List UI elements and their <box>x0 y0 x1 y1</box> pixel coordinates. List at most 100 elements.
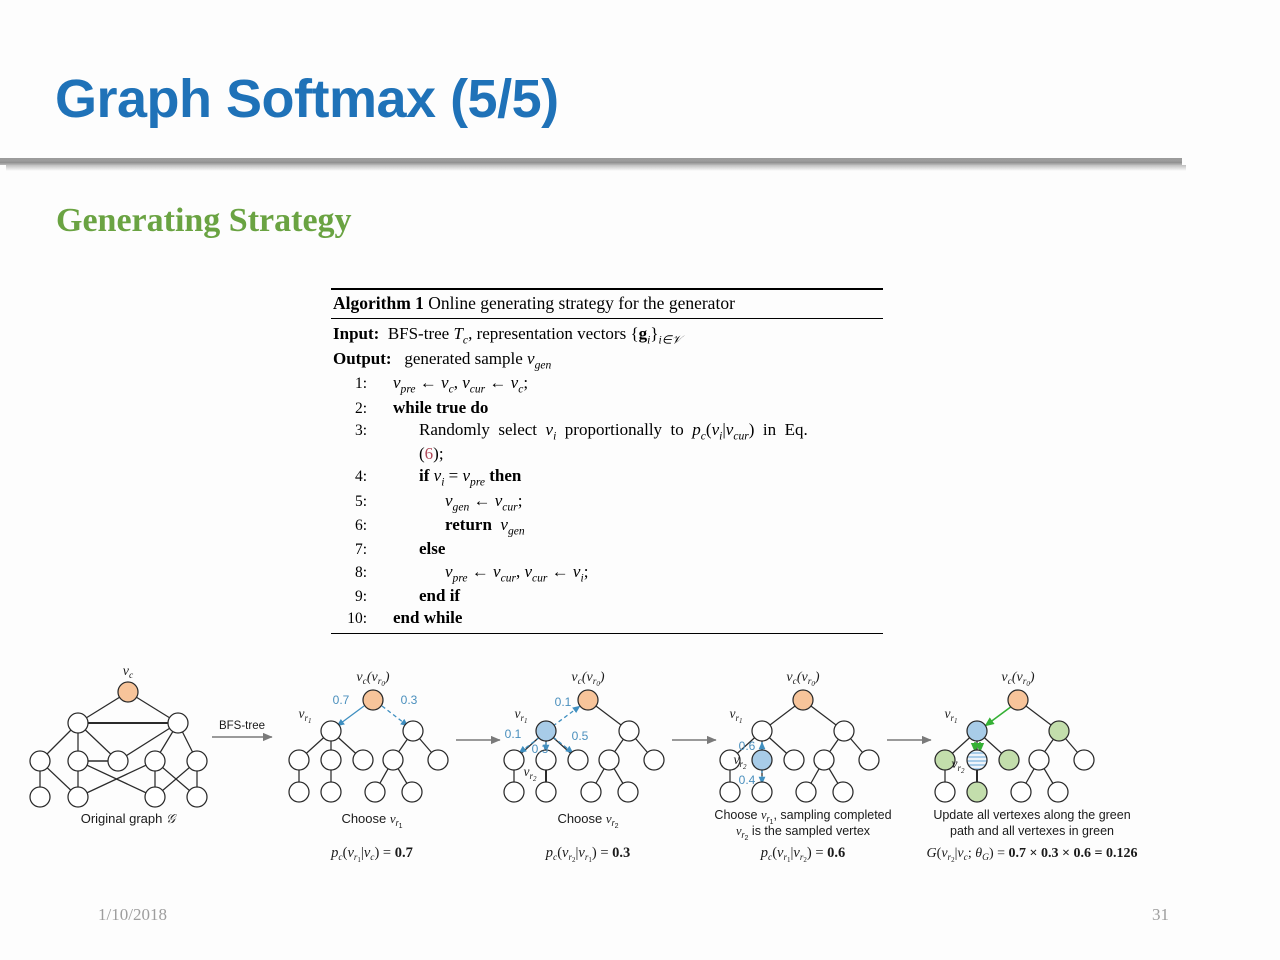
arrow-label-bfs-tree: BFS-tree <box>219 720 265 732</box>
graph-node <box>67 750 89 772</box>
formula-panel-4: pc(vr1|vr2) = 0.6 <box>760 845 846 864</box>
tree-node <box>832 781 854 803</box>
green-node <box>966 781 988 803</box>
green-node <box>1048 720 1070 742</box>
tree-node <box>503 781 525 803</box>
label-vr2: vr2 <box>951 756 965 775</box>
node-vr2-selected <box>751 749 773 771</box>
formula-panel-3: pc(vr2|vr1) = 0.3 <box>545 845 631 864</box>
caption-panel-5-line1: Update all vertexes along the green <box>933 808 1130 822</box>
algo-step-number: 7: <box>354 541 367 559</box>
node-vr2-striped <box>966 749 988 771</box>
arrow-bfs-tree: BFS-tree <box>212 720 273 742</box>
node-vr1 <box>320 720 342 742</box>
node-vc-root <box>1007 689 1029 711</box>
algo-output-label: Output: <box>333 348 392 368</box>
caption-panel-4-line2: vr2 is the sampled vertex <box>736 824 871 842</box>
graph-node <box>29 786 51 808</box>
graph-node <box>186 786 208 808</box>
label-vr1: vr1 <box>944 706 957 725</box>
graph-node <box>144 750 166 772</box>
tree-node <box>535 781 557 803</box>
weight-0-4: 0.4 <box>739 773 756 787</box>
tree-node <box>580 781 602 803</box>
tree-node <box>719 781 741 803</box>
tree-node <box>364 781 386 803</box>
caption-choose-vr1: Choose vr1 <box>341 811 402 830</box>
formula-panel-2: pc(vr1|vc) = 0.7 <box>330 845 413 864</box>
node-vr1 <box>751 720 773 742</box>
tree-node <box>858 749 880 771</box>
caption-choose-vr2: Choose vr2 <box>557 811 618 830</box>
graph-node <box>167 712 189 734</box>
panel-choose-vr1: vc(vr0) vr1 0.7 0.3 Choose vr1 pc(vr1|vc… <box>288 670 449 864</box>
algo-step-number: 5: <box>354 492 367 510</box>
algo-step-10: 10: end while <box>333 607 881 629</box>
algo-step-number: 2: <box>354 399 367 417</box>
label-root: vc(vr0) <box>356 670 390 688</box>
label-vc: vc <box>123 664 134 681</box>
weight-0-7: 0.7 <box>333 693 350 707</box>
weight-0-3: 0.3 <box>401 693 418 707</box>
tree-node <box>567 749 589 771</box>
weight-right-0-5: 0.5 <box>572 729 589 743</box>
section-subtitle: Generating Strategy <box>56 202 352 239</box>
graph-node <box>186 750 208 772</box>
slide-canvas: Graph Softmax (5/5) Generating Strategy … <box>0 0 1280 960</box>
tree-node <box>401 781 423 803</box>
node-vr1-selected <box>535 720 557 742</box>
footer-page-number: 31 <box>1152 905 1169 924</box>
algo-step-number: 9: <box>354 588 367 606</box>
tree-node <box>833 720 855 742</box>
label-root: vc(vr0) <box>1001 670 1035 688</box>
algo-step-7: 7: else <box>333 538 881 560</box>
graph-node <box>67 786 89 808</box>
tree-node <box>617 781 639 803</box>
tree-node <box>1073 749 1095 771</box>
algo-step-5: 5: vgen ← vcur; <box>333 490 881 514</box>
algorithm-box: Algorithm 1 Online generating strategy f… <box>331 288 883 635</box>
tree-node <box>813 749 835 771</box>
node-vc-root <box>117 681 139 703</box>
algo-step-number: 6: <box>354 517 367 535</box>
tree-node <box>382 749 404 771</box>
algo-step-1: 1: vpre ← vc, vcur ← vc; <box>333 372 881 396</box>
tree-node <box>402 720 424 742</box>
panel-choose-vr2: vc(vr0) vr1 vr2 0.1 0.1 0.3 0.5 Choose v… <box>503 670 665 864</box>
tree-node <box>1047 781 1069 803</box>
node-vc-root <box>577 689 599 711</box>
label-root: vc(vr0) <box>571 670 605 688</box>
panel-update-green: vc(vr0) vr1 vr2 Update all vertexes alon… <box>927 670 1138 864</box>
graph-node <box>144 786 166 808</box>
graph-node <box>29 750 51 772</box>
algo-step-4: 4: if vi = vpre then <box>333 465 881 489</box>
graph-node <box>67 712 89 734</box>
algorithm-title: Algorithm 1 Online generating strategy f… <box>331 290 883 318</box>
algo-rule-bottom <box>331 633 883 635</box>
title-divider <box>0 158 1182 165</box>
algo-input-line: Input: BFS-tree Tc, representation vecto… <box>333 323 881 347</box>
tree-node <box>503 749 525 771</box>
algo-step-3: 3: Randomly select vi proportionally to … <box>333 419 881 443</box>
tree-node <box>427 749 449 771</box>
label-vr1: vr1 <box>729 706 742 725</box>
algorithm-title-bold: Algorithm 1 <box>333 293 424 314</box>
caption-panel-5-line2: path and all vertexes in green <box>950 824 1114 838</box>
title-divider-shadow <box>6 165 1186 171</box>
tree-node <box>352 749 374 771</box>
node-vr1-selected <box>966 720 988 742</box>
panel-sampling-completed: vc(vr0) vr1 vr2 0.6 0.4 Choose vr1, samp… <box>714 670 891 864</box>
footer-date: 1/10/2018 <box>98 905 167 924</box>
algorithm-title-rest: Online generating strategy for the gener… <box>423 293 735 314</box>
label-root: vc(vr0) <box>786 670 820 688</box>
panel-original-graph: vc Original graph 𝒢 <box>29 664 208 826</box>
algo-step-8: 8: vpre ← vcur, vcur ← vi; <box>333 561 881 585</box>
algo-output-line: Output: generated sample vgen <box>333 348 881 372</box>
algo-step-3-cont: (6); <box>419 444 444 464</box>
tree-node <box>1010 781 1032 803</box>
tree-node <box>598 749 620 771</box>
tree-node <box>934 781 956 803</box>
label-vr1: vr1 <box>298 706 311 725</box>
green-node <box>998 749 1020 771</box>
algorithm-body: Input: BFS-tree Tc, representation vecto… <box>331 319 883 633</box>
